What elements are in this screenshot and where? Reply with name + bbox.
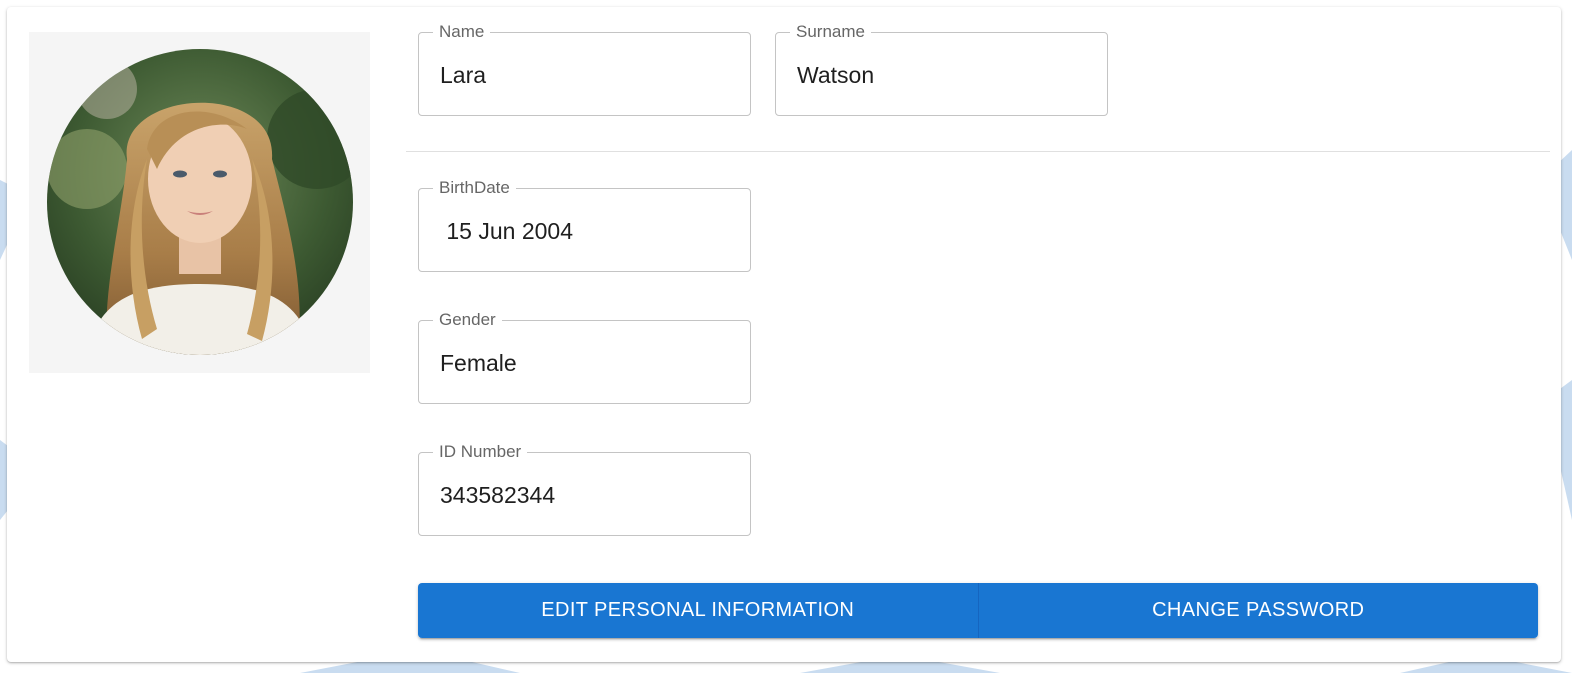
change-password-button[interactable]: CHANGE PASSWORD: [977, 583, 1538, 638]
action-button-group: EDIT PERSONAL INFORMATION CHANGE PASSWOR…: [418, 583, 1538, 638]
profile-photo-icon: [47, 49, 353, 355]
id-number-label: ID Number: [433, 441, 528, 463]
gender-value: Female: [440, 350, 517, 376]
birthdate-label: BirthDate: [433, 177, 516, 199]
gender-field[interactable]: Gender Female: [418, 309, 751, 404]
surname-field[interactable]: Surname Watson: [775, 21, 1108, 116]
birthdate-field[interactable]: BirthDate 15 Jun 2004: [418, 177, 751, 272]
section-divider: [406, 151, 1550, 152]
edit-personal-information-button[interactable]: EDIT PERSONAL INFORMATION: [418, 583, 978, 638]
surname-label: Surname: [790, 21, 871, 43]
birthdate-value: 15 Jun 2004: [440, 218, 574, 244]
id-number-field[interactable]: ID Number 343582344: [418, 441, 751, 536]
name-value: Lara: [440, 62, 487, 88]
id-number-value: 343582344: [440, 482, 556, 508]
gender-label: Gender: [433, 309, 502, 331]
profile-card: Name Lara Surname Watson BirthDate 15 Ju…: [7, 7, 1561, 662]
name-field[interactable]: Name Lara: [418, 21, 751, 116]
surname-value: Watson: [797, 62, 875, 88]
avatar: [29, 32, 370, 373]
name-label: Name: [433, 21, 491, 43]
